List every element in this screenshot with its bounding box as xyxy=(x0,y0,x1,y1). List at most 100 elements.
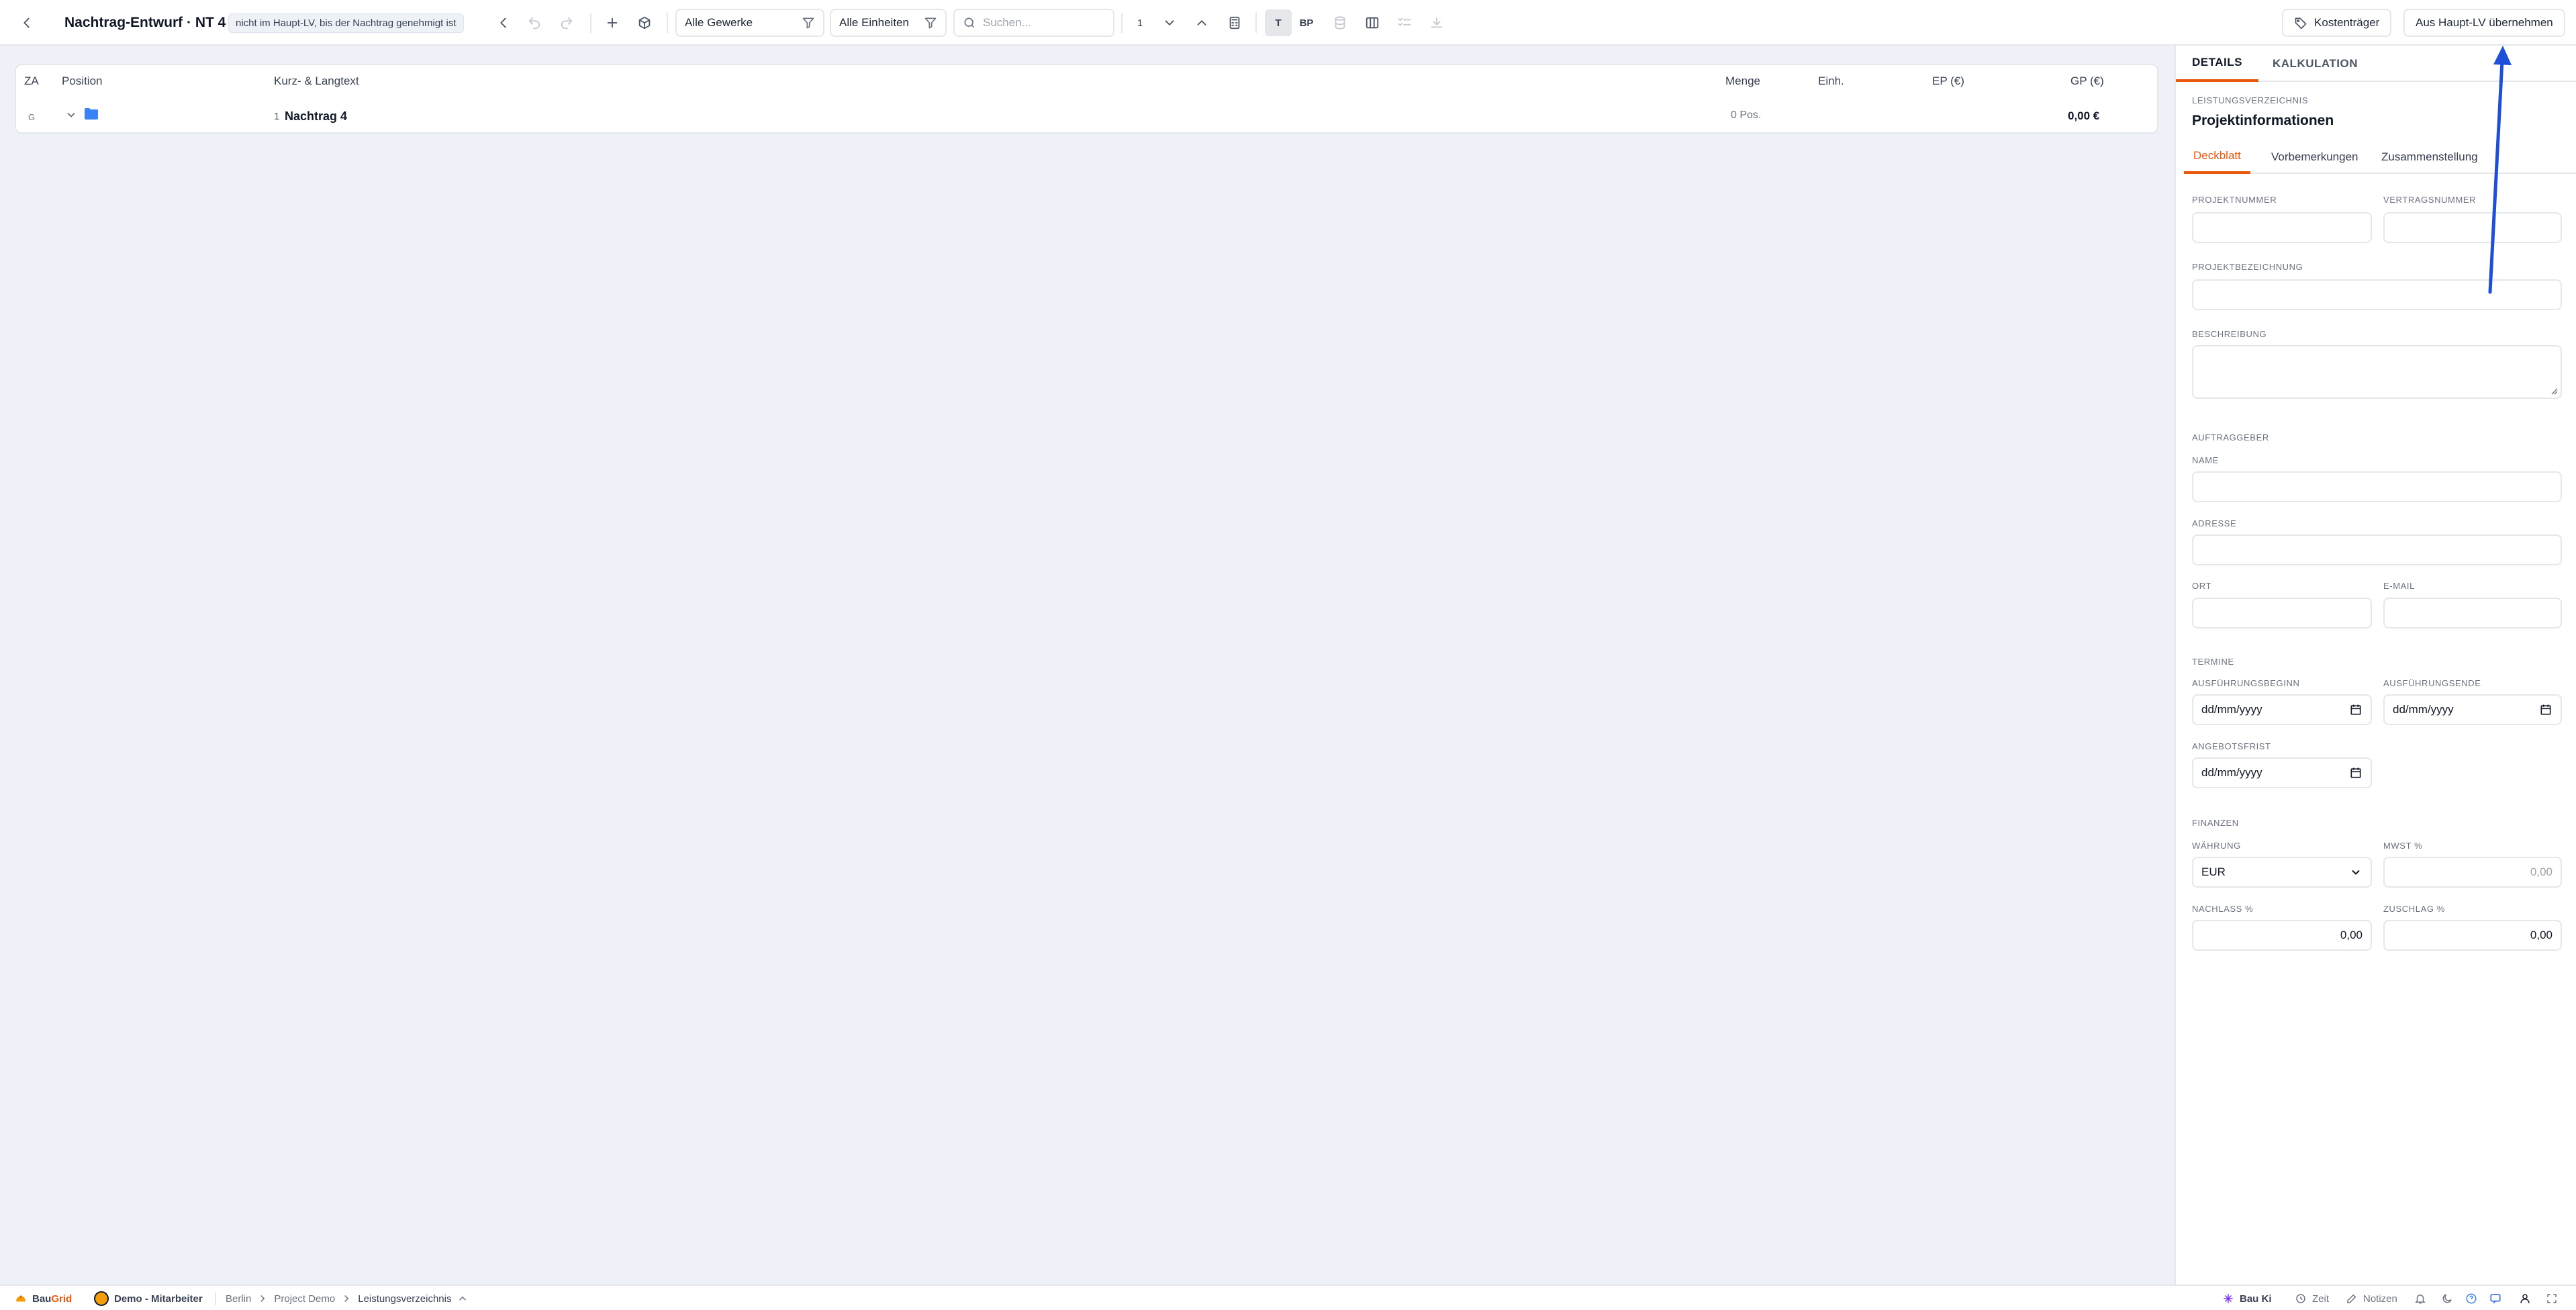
text-toggle[interactable]: T xyxy=(1265,9,1292,36)
tab-kalkulation[interactable]: KALKULATION xyxy=(2270,46,2360,82)
end-date-value: dd/mm/yyyy xyxy=(2393,703,2454,716)
end-date-label: AUSFÜHRUNGSENDE xyxy=(2383,678,2481,688)
project-number-field[interactable] xyxy=(2192,212,2372,243)
breadcrumb-item-berlin[interactable]: Berlin xyxy=(226,1293,251,1305)
panel-tabs: DETAILS KALKULATION xyxy=(2176,46,2576,82)
project-name-field[interactable] xyxy=(2192,279,2562,310)
address-label: ADRESSE xyxy=(2192,518,2237,528)
bau-ki-button[interactable]: Bau Ki xyxy=(2222,1286,2272,1310)
calendar-icon[interactable] xyxy=(2349,703,2363,716)
bp-toggle[interactable]: BP xyxy=(1293,9,1320,36)
bell-icon[interactable] xyxy=(2414,1286,2426,1310)
tab-details[interactable]: DETAILS xyxy=(2176,46,2258,82)
time-button[interactable]: Zeit xyxy=(2295,1286,2329,1310)
currency-value: EUR xyxy=(2201,865,2226,878)
currency-select[interactable]: EUR xyxy=(2192,857,2372,888)
sub-tab-vorbemerkungen[interactable]: Vorbemerkungen xyxy=(2271,140,2358,174)
city-label: ORT xyxy=(2192,581,2212,591)
units-filter-label: Alle Einheiten xyxy=(839,16,909,29)
surcharge-field[interactable]: 0,00 xyxy=(2383,920,2562,951)
user-menu[interactable]: Demo - Mitarbeiter xyxy=(94,1286,203,1310)
top-toolbar: Nachtrag-Entwurf · NT 4 nicht im Haupt-L… xyxy=(0,0,2576,46)
column-header-gp[interactable]: GP (€) xyxy=(2070,75,2104,88)
breadcrumb-item-project[interactable]: Project Demo xyxy=(274,1293,335,1305)
cost-center-button[interactable]: Kostenträger xyxy=(2282,9,2392,37)
chevron-down-icon xyxy=(2349,865,2363,879)
brand-logo[interactable]: BauGrid xyxy=(15,1286,72,1310)
chevron-up-icon[interactable] xyxy=(457,1293,469,1305)
search-icon xyxy=(964,17,975,28)
column-header-position[interactable]: Position xyxy=(62,75,102,88)
finance-section-label: FINANZEN xyxy=(2192,818,2239,828)
units-filter[interactable]: Alle Einheiten xyxy=(830,9,947,37)
chevron-left-icon[interactable] xyxy=(490,9,517,36)
vat-field[interactable]: 0,00 xyxy=(2383,857,2562,888)
offer-deadline-label: ANGEBOTSFRIST xyxy=(2192,741,2271,751)
chevron-right-icon xyxy=(260,1295,265,1303)
column-header-unit[interactable]: Einh. xyxy=(1818,75,1844,88)
search-box[interactable] xyxy=(953,9,1114,37)
redo-icon[interactable] xyxy=(553,9,580,36)
start-date-field[interactable]: dd/mm/yyyy xyxy=(2192,694,2372,725)
dates-section-label: TERMINE xyxy=(2192,657,2234,667)
column-header-text[interactable]: Kurz- & Langtext xyxy=(274,75,359,88)
contract-number-label: VERTRAGSNUMMER xyxy=(2383,195,2477,205)
client-email-field[interactable] xyxy=(2383,598,2562,628)
client-name-field[interactable] xyxy=(2192,471,2562,502)
surcharge-label: ZUSCHLAG % xyxy=(2383,904,2445,914)
chevron-right-icon xyxy=(344,1295,349,1303)
import-from-main-lv-button[interactable]: Aus Haupt-LV übernehmen xyxy=(2403,9,2565,37)
discount-field[interactable]: 0,00 xyxy=(2192,920,2372,951)
add-icon[interactable] xyxy=(599,9,626,36)
sub-tab-zusammenstellung[interactable]: Zusammenstellung xyxy=(2381,140,2478,174)
moon-icon[interactable] xyxy=(2441,1286,2453,1310)
sub-tab-deckblatt[interactable]: Deckblatt xyxy=(2184,140,2250,174)
columns-icon[interactable] xyxy=(1359,9,1386,36)
offer-deadline-field[interactable]: dd/mm/yyyy xyxy=(2192,757,2372,788)
end-date-field[interactable]: dd/mm/yyyy xyxy=(2383,694,2562,725)
notes-button[interactable]: Notizen xyxy=(2346,1286,2397,1310)
column-header-quantity[interactable]: Menge xyxy=(1725,75,1760,88)
project-name-label: PROJEKTBEZEICHNUNG xyxy=(2192,262,2303,272)
client-city-field[interactable] xyxy=(2192,598,2372,628)
chevron-down-icon[interactable] xyxy=(1156,9,1183,36)
discount-label: NACHLASS % xyxy=(2192,904,2254,914)
search-input[interactable] xyxy=(983,16,1104,30)
client-address-field[interactable] xyxy=(2192,534,2562,565)
fullscreen-icon[interactable] xyxy=(2546,1286,2558,1310)
calendar-icon[interactable] xyxy=(2539,703,2553,716)
vat-label: MWST % xyxy=(2383,841,2423,851)
help-icon[interactable] xyxy=(2465,1286,2477,1310)
chevron-down-icon[interactable] xyxy=(64,108,78,125)
row-number: 1 xyxy=(274,111,280,122)
back-icon[interactable] xyxy=(13,9,40,36)
trades-filter[interactable]: Alle Gewerke xyxy=(675,9,824,37)
avatar xyxy=(94,1291,109,1306)
contract-number-field[interactable] xyxy=(2383,212,2562,243)
row-gp: 0,00 € xyxy=(2068,109,2100,122)
breadcrumb-item-lv[interactable]: Leistungsverzeichnis xyxy=(358,1293,451,1305)
column-header-ep[interactable]: EP (€) xyxy=(1932,75,1964,88)
time-label: Zeit xyxy=(2312,1293,2330,1305)
trades-filter-label: Alle Gewerke xyxy=(685,16,753,29)
support-agent-icon[interactable] xyxy=(2519,1286,2531,1310)
chevron-up-icon[interactable] xyxy=(1188,9,1215,36)
calendar-icon[interactable] xyxy=(2349,766,2363,780)
checklist-icon[interactable] xyxy=(1391,9,1418,36)
database-icon[interactable] xyxy=(1327,9,1353,36)
undo-icon[interactable] xyxy=(521,9,548,36)
description-textarea[interactable] xyxy=(2192,345,2562,399)
resize-handle-icon[interactable] xyxy=(2550,387,2558,395)
row-quantity: 0 Pos. xyxy=(1731,109,1762,121)
toolbar-divider xyxy=(1255,13,1257,33)
section-label: LEISTUNGSVERZEICHNIS xyxy=(2192,95,2309,105)
bau-ki-label: Bau Ki xyxy=(2240,1293,2272,1305)
column-header-za[interactable]: ZA xyxy=(24,75,39,88)
download-icon[interactable] xyxy=(1423,9,1450,36)
level-value[interactable]: 1 xyxy=(1137,17,1143,29)
name-label: NAME xyxy=(2192,455,2219,465)
chat-icon[interactable] xyxy=(2489,1286,2501,1310)
breadcrumb: Berlin Project Demo Leistungsverzeichnis xyxy=(226,1286,469,1310)
calculator-icon[interactable] xyxy=(1221,9,1248,36)
package-icon[interactable] xyxy=(631,9,658,36)
